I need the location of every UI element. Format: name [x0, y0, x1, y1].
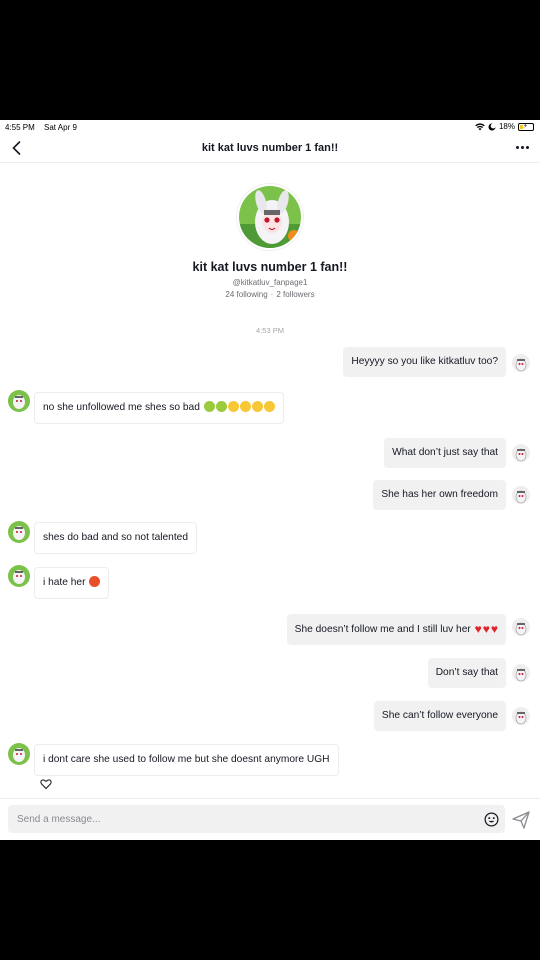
red-heart-icon: ♥ — [490, 622, 498, 636]
message-bubble-outgoing[interactable]: What don’t just say that — [384, 438, 506, 468]
avatar — [512, 444, 530, 462]
moon-icon — [488, 123, 496, 130]
message-text: Heyyyy so you like kitkatluv too? — [351, 356, 498, 367]
avatar — [512, 664, 530, 682]
profile-avatar[interactable] — [237, 184, 303, 250]
avatar — [512, 618, 530, 636]
red-heart-icon: ♥ — [482, 622, 490, 636]
message-text: What don’t just say that — [392, 447, 498, 458]
send-icon[interactable] — [512, 811, 530, 829]
yawning-face-icon — [239, 401, 251, 412]
message-bubble-outgoing[interactable]: Heyyyy so you like kitkatluv too? — [343, 347, 506, 377]
status-right: 18% ⚡ — [475, 122, 534, 131]
status-date: Sat Apr 9 — [44, 123, 77, 132]
message-timestamp: 4:53 PM — [256, 326, 284, 335]
message-input-box — [8, 805, 505, 833]
message-bubble-incoming[interactable]: i dont care she used to follow me but sh… — [34, 744, 339, 776]
status-time: 4:55 PM — [5, 123, 35, 132]
profile-name: kit kat luvs number 1 fan!! — [192, 260, 348, 274]
message-text: shes do bad and so not talented — [43, 532, 189, 543]
status-bar: 4:55 PM Sat Apr 9 18% ⚡ — [0, 120, 540, 134]
message-text: i hate her — [43, 577, 86, 588]
message-text: no she unfollowed me shes so bad — [43, 402, 200, 413]
angry-face-icon — [89, 576, 101, 587]
message-text: Don’t say that — [435, 667, 498, 678]
battery-percent: 18% — [498, 122, 515, 131]
red-heart-icon: ♥ — [474, 622, 482, 636]
avatar — [512, 486, 530, 504]
nauseated-face-icon — [215, 401, 227, 412]
following-count[interactable]: 24 following — [225, 290, 267, 299]
emoji-icon[interactable] — [484, 812, 499, 827]
message-input[interactable] — [17, 811, 447, 827]
avatar[interactable] — [8, 521, 30, 543]
message-bubble-outgoing[interactable]: She doesn’t follow me and I still luv he… — [286, 614, 506, 645]
message-bubble-incoming[interactable]: shes do bad and so not talented — [34, 522, 198, 554]
message-bubble-outgoing[interactable]: She can’t follow everyone — [373, 701, 506, 731]
avatar[interactable] — [8, 565, 30, 587]
message-text: She doesn’t follow me and I still luv he… — [294, 624, 471, 635]
avatar[interactable] — [8, 743, 30, 765]
chat-header: kit kat luvs number 1 fan!! — [0, 134, 540, 163]
rolling-eyes-face-icon — [263, 401, 275, 412]
avatar[interactable] — [8, 390, 30, 412]
chat-screen: 4:55 PM Sat Apr 9 18% ⚡ kit kat luvs num… — [0, 120, 540, 840]
more-horizontal-icon[interactable] — [516, 146, 529, 149]
message-bubble-outgoing[interactable]: She has her own freedom — [373, 480, 506, 510]
heart-outline-icon[interactable] — [40, 778, 52, 790]
avatar — [512, 354, 530, 372]
battery-icon: ⚡ — [518, 122, 534, 131]
followers-count[interactable]: 2 followers — [276, 290, 314, 299]
profile-stats: 24 following · 2 followers — [225, 290, 315, 299]
yawning-face-icon — [251, 401, 263, 412]
message-text: She has her own freedom — [381, 489, 498, 500]
avatar — [512, 707, 530, 725]
message-bubble-incoming[interactable]: i hate her — [34, 567, 110, 599]
profile-handle: @kitkatluv_fanpage1 — [232, 278, 308, 287]
message-text: She can’t follow everyone — [381, 710, 498, 721]
message-bubble-outgoing[interactable]: Don’t say that — [427, 658, 506, 688]
message-input-bar — [0, 798, 540, 840]
wifi-icon — [475, 122, 485, 130]
yawning-face-icon — [227, 401, 239, 412]
header-title: kit kat luvs number 1 fan!! — [201, 142, 339, 154]
nauseated-face-icon — [203, 401, 215, 412]
message-bubble-incoming[interactable]: no she unfollowed me shes so bad — [34, 392, 284, 424]
message-text: i dont care she used to follow me but sh… — [43, 754, 330, 765]
